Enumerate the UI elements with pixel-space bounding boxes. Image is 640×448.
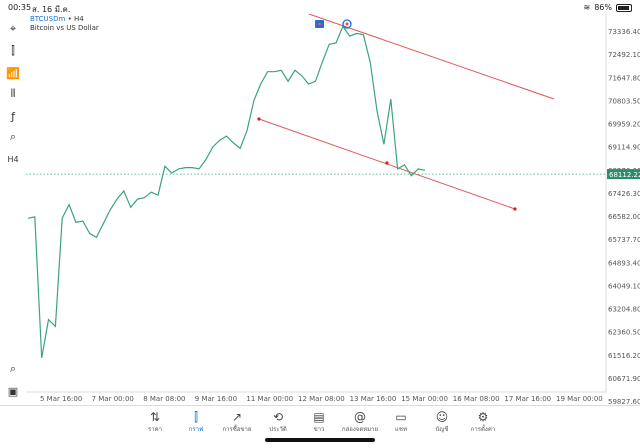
tab-mailbox[interactable]: @ กล่องจดหมาย — [338, 410, 382, 434]
price-tick-label: 71647.80 — [608, 74, 640, 82]
tab-label: ข่าว — [313, 426, 325, 433]
time-tick-label: 16 Mar 08:00 — [453, 395, 500, 403]
price-tick-label: 64049.10 — [608, 282, 640, 290]
settings-icon: ⚙ — [477, 410, 489, 424]
price-tick-label: 61516.20 — [608, 352, 640, 360]
price-tick-label: 72492.10 — [608, 51, 640, 59]
price-tick-label: 66582.00 — [608, 213, 640, 221]
tab-label: ราคา — [148, 426, 162, 433]
chart-icon: ⫿ — [194, 410, 198, 424]
price-tick-label: 69959.20 — [608, 121, 640, 129]
quotes-icon: ⇅ — [149, 410, 161, 424]
time-tick-label: 7 Mar 00:00 — [92, 395, 134, 403]
timeframe-label[interactable]: H4 — [6, 152, 20, 166]
tab-quotes[interactable]: ⇅ ราคา — [133, 410, 177, 434]
tab-chart[interactable]: ⫿ กราฟ — [174, 410, 218, 434]
price-tick-label: 62360.50 — [608, 329, 640, 337]
home-indicator — [265, 438, 375, 442]
lines-icon[interactable]: ⫴ — [6, 87, 20, 101]
tab-label: บัญชี — [435, 426, 449, 433]
price-series-line — [27, 25, 426, 359]
accounts-icon: ☺ — [435, 410, 449, 424]
chat-icon: ▭ — [395, 410, 407, 424]
time-tick-label: 17 Mar 16:00 — [504, 395, 551, 403]
price-tick-label: 70803.50 — [608, 97, 640, 105]
tab-label: กล่องจดหมาย — [341, 426, 379, 433]
news-icon: ▤ — [313, 410, 325, 424]
trendline-upper — [308, 14, 555, 100]
trendline-handle — [257, 117, 261, 121]
trendline-handle — [513, 207, 517, 211]
tab-label: การตั้งค่า — [470, 426, 496, 433]
time-tick-label: 13 Mar 16:00 — [350, 395, 397, 403]
candles-icon[interactable]: ⫿ — [6, 44, 20, 58]
time-tick-label: 8 Mar 08:00 — [143, 395, 185, 403]
price-tick-label: 67426.30 — [608, 190, 640, 198]
status-bar: 00:35 ส. 16 มี.ค. ≋ 86% — [0, 0, 640, 14]
trade-icon: ↗ — [231, 410, 243, 424]
objects-icon[interactable]: ⌕ — [6, 130, 20, 144]
time-tick-label: 19 Mar 00:00 — [556, 395, 603, 403]
price-tick-label: 60671.90 — [608, 375, 640, 383]
time-tick-label: 11 Mar 00:00 — [246, 395, 293, 403]
trendline-handle — [385, 161, 389, 165]
current-price-label: 68112.22 — [609, 171, 640, 179]
time-tick-label: 5 Mar 16:00 — [40, 395, 82, 403]
time-tick-label: 9 Mar 16:00 — [195, 395, 237, 403]
app-logo-icon[interactable]: ▣ — [6, 384, 20, 398]
tab-label: แชท — [395, 426, 407, 433]
time-tick-label: 12 Mar 08:00 — [298, 395, 345, 403]
tab-settings[interactable]: ⚙ การตั้งค่า — [461, 410, 505, 434]
price-tick-label: 63204.80 — [608, 306, 640, 314]
price-chart[interactable]: 73336.40 72492.10 71647.80 70803.50 69959.20… — [26, 14, 640, 404]
sell-marker-icon — [318, 23, 321, 25]
time-tick-label: 15 Mar 00:00 — [401, 395, 448, 403]
tab-label: ประวัติ — [269, 426, 287, 433]
position-marker-dot — [345, 22, 349, 26]
crosshair-icon[interactable]: ⌖ — [6, 22, 20, 36]
battery-percent: 86% — [594, 3, 612, 12]
status-time: 00:35 — [8, 3, 32, 12]
mailbox-icon: @ — [354, 410, 366, 424]
price-tick-label: 73336.40 — [608, 28, 640, 36]
indicators-icon[interactable]: 📶 — [6, 66, 20, 80]
tab-news[interactable]: ▤ ข่าว — [297, 410, 341, 434]
left-toolbar: ⌖ ⫿ 📶 ⫴ ƒ ⌕ H4 ⌕ ▣ — [0, 14, 26, 404]
tab-trade[interactable]: ↗ การซื้อขาย — [215, 410, 259, 434]
zoom-icon[interactable]: ⌕ — [6, 362, 20, 376]
tab-label: กราฟ — [188, 426, 204, 433]
price-tick-label: 59827.60 — [608, 398, 640, 404]
tab-accounts[interactable]: ☺ บัญชี — [420, 410, 464, 434]
function-icon[interactable]: ƒ — [6, 109, 20, 123]
tab-history[interactable]: ⟲ ประวัติ — [256, 410, 300, 434]
tab-label: การซื้อขาย — [222, 426, 252, 433]
history-icon: ⟲ — [272, 410, 284, 424]
price-tick-label: 65737.70 — [608, 236, 640, 244]
battery-icon — [616, 3, 632, 12]
price-tick-label: 69114.90 — [608, 144, 640, 152]
wifi-icon: ≋ — [583, 3, 591, 12]
tab-chat[interactable]: ▭ แชท — [379, 410, 423, 434]
price-tick-label: 64893.40 — [608, 259, 640, 267]
